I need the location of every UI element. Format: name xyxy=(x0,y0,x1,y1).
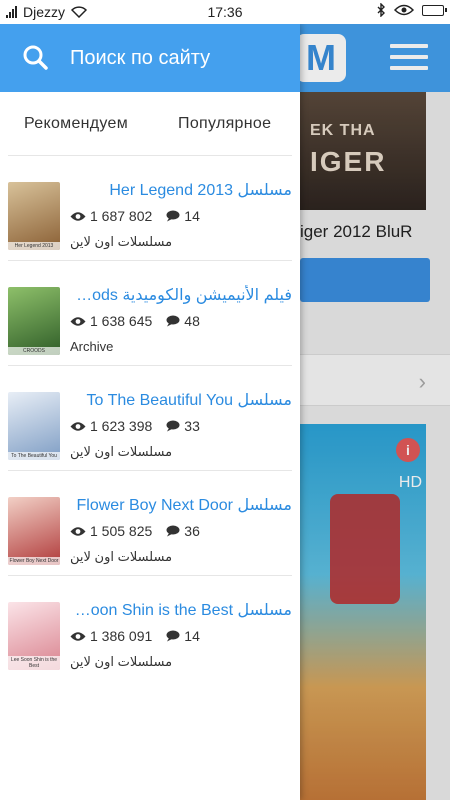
item-thumbnail[interactable]: Flower Boy Next Door xyxy=(8,497,60,565)
drawer-tabs: Рекомендуем Популярное xyxy=(8,92,292,156)
status-bar: Djezzy 17:36 xyxy=(0,0,450,24)
item-thumbnail[interactable]: CROODS xyxy=(8,287,60,355)
tab-popular[interactable]: Популярное xyxy=(164,115,285,133)
eye-icon xyxy=(70,421,86,431)
comments-icon xyxy=(166,420,180,432)
item-stats: 1 687 802 14 xyxy=(70,208,200,224)
item-title[interactable]: مسلسل To The Beautiful You xyxy=(70,390,292,410)
item-title[interactable]: فيلم الأنيميشن والكوميدية The Croods xyxy=(70,285,292,305)
item-thumbnail[interactable]: To The Beautiful You xyxy=(8,392,60,460)
item-stats: 1 623 398 33 xyxy=(70,418,200,434)
bluetooth-icon xyxy=(377,3,385,17)
comments-icon xyxy=(166,630,180,642)
comment-count: 33 xyxy=(184,418,200,434)
comment-count: 14 xyxy=(184,208,200,224)
item-category[interactable]: مسلسلات اون لاين xyxy=(70,234,172,250)
comment-count: 48 xyxy=(184,313,200,329)
thumb-caption: Her Legend 2013 xyxy=(8,242,60,250)
eye-icon xyxy=(70,526,86,536)
comment-stat: 14 xyxy=(166,208,200,224)
item-category[interactable]: Archive xyxy=(70,339,113,354)
eye-icon xyxy=(70,631,86,641)
list-item[interactable]: Her Legend 2013 مسلسل Her Legend 2013 1 … xyxy=(8,156,292,261)
item-title[interactable]: مسلسل Flower Boy Next Door xyxy=(70,495,292,515)
search-bar xyxy=(0,24,300,92)
comments-icon xyxy=(166,525,180,537)
list-item[interactable]: Flower Boy Next Door مسلسل Flower Boy Ne… xyxy=(8,471,292,576)
eye-icon xyxy=(394,4,414,16)
comment-stat: 14 xyxy=(166,628,200,644)
list-item[interactable]: Lee Soon Shin is the Best مسلسل Lee Soon… xyxy=(8,576,292,681)
thumb-caption: Flower Boy Next Door xyxy=(8,557,60,565)
comment-stat: 36 xyxy=(166,523,200,539)
item-category[interactable]: مسلسلات اون لاين xyxy=(70,549,172,565)
search-input[interactable] xyxy=(70,40,300,76)
eye-icon xyxy=(70,316,86,326)
drawer-scrim[interactable] xyxy=(300,24,450,800)
comment-stat: 48 xyxy=(166,313,200,329)
view-count: 1 505 825 xyxy=(90,523,153,539)
item-thumbnail[interactable]: Lee Soon Shin is the Best xyxy=(8,602,60,670)
thumb-caption: Lee Soon Shin is the Best xyxy=(8,656,60,670)
item-title[interactable]: مسلسل Her Legend 2013 xyxy=(70,180,292,200)
battery-icon xyxy=(422,4,447,16)
tab-recommended[interactable]: Рекомендуем xyxy=(8,115,164,133)
thumb-caption: To The Beautiful You xyxy=(8,452,60,460)
item-category[interactable]: مسلسلات اون لاين xyxy=(70,654,172,670)
navigation-drawer: Рекомендуем Популярное Her Legend 2013 م… xyxy=(0,24,300,800)
comment-stat: 33 xyxy=(166,418,200,434)
view-count: 1 623 398 xyxy=(90,418,153,434)
item-stats: 1 638 645 48 xyxy=(70,313,200,329)
view-count: 1 638 645 xyxy=(90,313,153,329)
search-icon[interactable] xyxy=(22,44,48,70)
item-title[interactable]: مسلسل Lee Soon Shin is the Best xyxy=(70,600,292,620)
view-count: 1 687 802 xyxy=(90,208,153,224)
thumb-caption: CROODS xyxy=(8,347,60,355)
comments-icon xyxy=(166,210,180,222)
eye-icon xyxy=(70,211,86,221)
popular-list: Her Legend 2013 مسلسل Her Legend 2013 1 … xyxy=(8,156,292,681)
comment-count: 14 xyxy=(184,628,200,644)
status-right xyxy=(376,3,447,17)
view-count: 1 386 091 xyxy=(90,628,153,644)
item-stats: 1 386 091 14 xyxy=(70,628,200,644)
item-category[interactable]: مسلسلات اون لاين xyxy=(70,444,172,460)
list-item[interactable]: To The Beautiful You مسلسل To The Beauti… xyxy=(8,366,292,471)
item-thumbnail[interactable]: Her Legend 2013 xyxy=(8,182,60,250)
comment-count: 36 xyxy=(184,523,200,539)
comments-icon xyxy=(166,315,180,327)
item-stats: 1 505 825 36 xyxy=(70,523,200,539)
list-item[interactable]: CROODS فيلم الأنيميشن والكوميدية The Cro… xyxy=(8,261,292,366)
